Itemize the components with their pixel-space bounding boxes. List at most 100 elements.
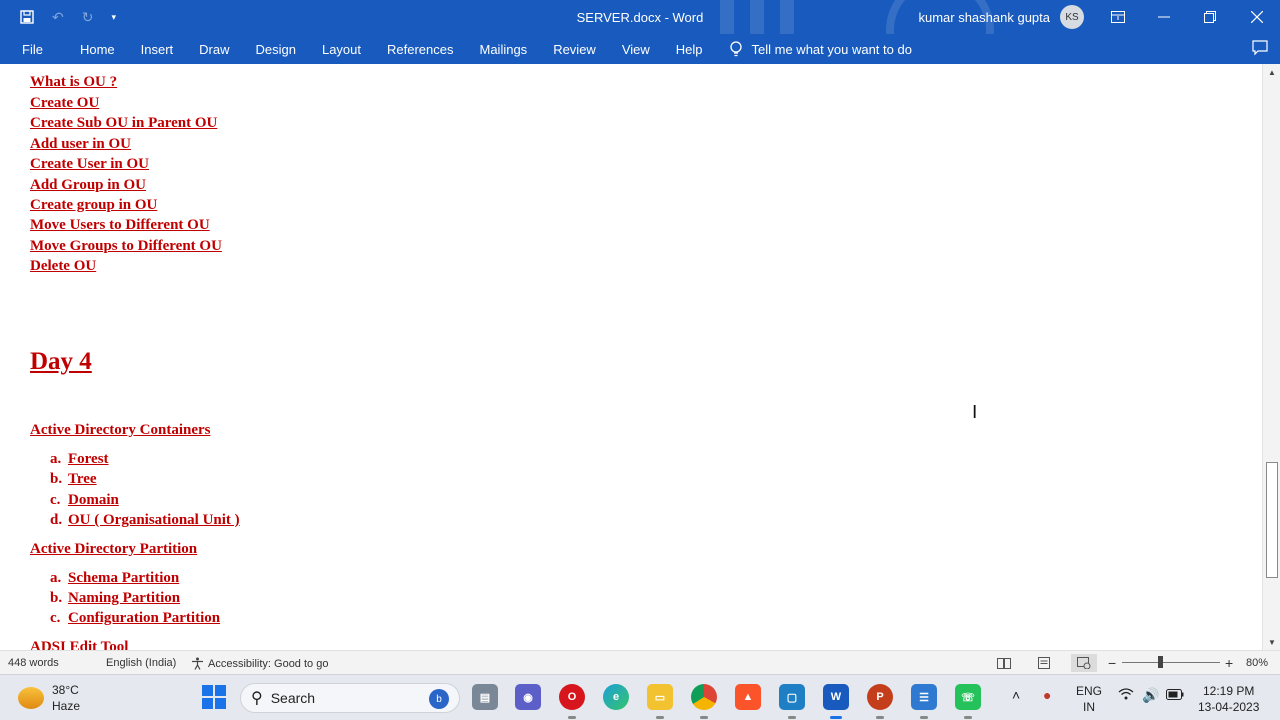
user-name: kumar shashank gupta	[918, 9, 1050, 25]
redo-icon[interactable]: ↻	[82, 9, 94, 26]
tab-review[interactable]: Review	[540, 34, 609, 64]
whatsapp-icon[interactable]: ☏	[955, 684, 981, 710]
scrollbar-thumb[interactable]	[1266, 462, 1278, 578]
tab-help[interactable]: Help	[663, 34, 716, 64]
edge-icon[interactable]: e	[603, 684, 629, 710]
web-layout-button[interactable]	[1071, 654, 1097, 672]
link-create-group-in-ou[interactable]: Create group in OU	[30, 197, 157, 214]
link-create-user-in-ou[interactable]: Create User in OU	[30, 156, 149, 173]
scroll-down-icon[interactable]: ▼	[1263, 634, 1280, 650]
accessibility-label: Accessibility: Good to go	[208, 657, 329, 670]
volume-icon[interactable]: 🔊	[1142, 687, 1159, 704]
save-icon[interactable]	[20, 10, 34, 24]
link-adsi-edit-tool[interactable]: ADSI Edit Tool	[30, 639, 128, 650]
taskbar-search[interactable]: ⚲ Search b	[240, 683, 460, 713]
tab-references[interactable]: References	[374, 34, 466, 64]
powerpoint-app-icon[interactable]: P	[867, 684, 893, 710]
microphone-icon[interactable]: ●	[1043, 687, 1051, 703]
link-delete-ou[interactable]: Delete OU	[30, 258, 96, 275]
windows-start-icon[interactable]	[202, 685, 226, 709]
chrome-icon[interactable]	[691, 684, 717, 710]
link-naming-partition[interactable]: Naming Partition	[68, 590, 180, 607]
link-create-ou[interactable]: Create OU	[30, 95, 99, 112]
zoom-level[interactable]: 80%	[1246, 657, 1268, 669]
document-page[interactable]: What is OU ? Create OU Create Sub OU in …	[0, 64, 1262, 650]
link-schema-partition[interactable]: Schema Partition	[68, 570, 179, 587]
bing-icon[interactable]: b	[429, 689, 449, 709]
partition-heading[interactable]: Active Directory Partition	[30, 541, 197, 558]
link-move-groups[interactable]: Move Groups to Different OU	[30, 238, 222, 255]
chevron-up-icon[interactable]: ˄	[1012, 687, 1020, 703]
restore-button[interactable]	[1187, 0, 1233, 34]
containers-heading[interactable]: Active Directory Containers	[30, 422, 211, 439]
zoom-slider[interactable]	[1122, 662, 1220, 663]
tab-layout[interactable]: Layout	[309, 34, 374, 64]
tab-home[interactable]: Home	[67, 34, 128, 64]
link-move-users[interactable]: Move Users to Different OU	[30, 217, 210, 234]
battery-icon[interactable]	[1166, 687, 1184, 703]
customize-toolbar-icon[interactable]: ▾	[111, 12, 116, 23]
tab-mailings[interactable]: Mailings	[467, 34, 541, 64]
print-layout-button[interactable]	[1031, 654, 1057, 672]
link-configuration-partition[interactable]: Configuration Partition	[68, 610, 220, 627]
link-add-user-in-ou[interactable]: Add user in OU	[30, 136, 131, 153]
zoom-slider-thumb[interactable]	[1158, 656, 1163, 668]
wifi-icon[interactable]	[1118, 687, 1134, 703]
link-forest[interactable]: Forest	[68, 451, 109, 468]
link-domain[interactable]: Domain	[68, 492, 119, 509]
tab-design[interactable]: Design	[243, 34, 309, 64]
vertical-scrollbar[interactable]: ▲ ▼	[1262, 64, 1280, 650]
accessibility-icon	[192, 657, 203, 670]
list-marker: c.	[50, 610, 61, 626]
accessibility-status[interactable]: Accessibility: Good to go	[191, 657, 328, 670]
tab-view[interactable]: View	[609, 34, 663, 64]
list-marker: c.	[50, 492, 61, 508]
read-mode-button[interactable]	[991, 654, 1017, 672]
book-icon	[997, 657, 1011, 669]
tab-insert[interactable]: Insert	[128, 34, 187, 64]
snipping-tool-icon[interactable]: ▢	[779, 684, 805, 710]
comments-button[interactable]	[1252, 40, 1268, 59]
system-clock[interactable]: 12:19 PM 13-04-2023	[1198, 683, 1259, 715]
link-what-is-ou[interactable]: What is OU ?	[30, 74, 117, 91]
zoom-out-button[interactable]: −	[1108, 655, 1116, 671]
close-icon	[1251, 11, 1263, 23]
link-add-group-in-ou[interactable]: Add Group in OU	[30, 177, 146, 194]
scroll-up-icon[interactable]: ▲	[1263, 64, 1280, 80]
tab-draw[interactable]: Draw	[186, 34, 242, 64]
clock-time: 12:19 PM	[1203, 684, 1255, 698]
task-view-icon[interactable]: ▤	[472, 684, 498, 710]
link-create-sub-ou[interactable]: Create Sub OU in Parent OU	[30, 115, 217, 132]
tell-me-search[interactable]: Tell me what you want to do	[729, 41, 912, 57]
minimize-button[interactable]	[1141, 0, 1187, 34]
notepad-icon[interactable]: ☰	[911, 684, 937, 710]
account-area[interactable]: kumar shashank gupta KS	[918, 5, 1084, 29]
weather-haze-icon	[18, 687, 44, 709]
list-marker: a.	[50, 451, 62, 467]
word-app-icon[interactable]: W	[823, 684, 849, 710]
link-organisational-unit[interactable]: OU ( Organisational Unit )	[68, 512, 240, 529]
language-status[interactable]: English (India)	[106, 657, 176, 669]
list-marker: a.	[50, 570, 62, 586]
teams-chat-icon[interactable]: ◉	[515, 684, 541, 710]
zoom-in-button[interactable]: +	[1225, 655, 1233, 671]
tab-file[interactable]: File	[0, 34, 67, 64]
weather-widget[interactable]: 38°C Haze	[18, 682, 80, 714]
input-language[interactable]: ENG IN	[1076, 683, 1102, 715]
quick-access-toolbar: ↶ ↻ ▾	[0, 9, 200, 26]
brave-icon[interactable]: ▲	[735, 684, 761, 710]
avatar[interactable]: KS	[1060, 5, 1084, 29]
link-tree[interactable]: Tree	[68, 471, 97, 488]
list-marker: d.	[50, 512, 63, 528]
opera-icon[interactable]: O	[559, 684, 585, 710]
language-code: ENG	[1076, 684, 1103, 698]
taskbar: 38°C Haze ⚲ Search b ▤ ◉ O e ▭ ▲ ▢ W P ☰…	[0, 674, 1280, 720]
minimize-icon	[1158, 16, 1170, 18]
clock-date: 13-04-2023	[1198, 700, 1260, 714]
ribbon-display-options-button[interactable]	[1095, 0, 1141, 34]
page-icon	[1038, 657, 1050, 669]
file-explorer-icon[interactable]: ▭	[647, 684, 673, 710]
close-button[interactable]	[1234, 0, 1280, 34]
word-count[interactable]: 448 words	[8, 657, 59, 669]
undo-icon[interactable]: ↶	[52, 9, 64, 26]
